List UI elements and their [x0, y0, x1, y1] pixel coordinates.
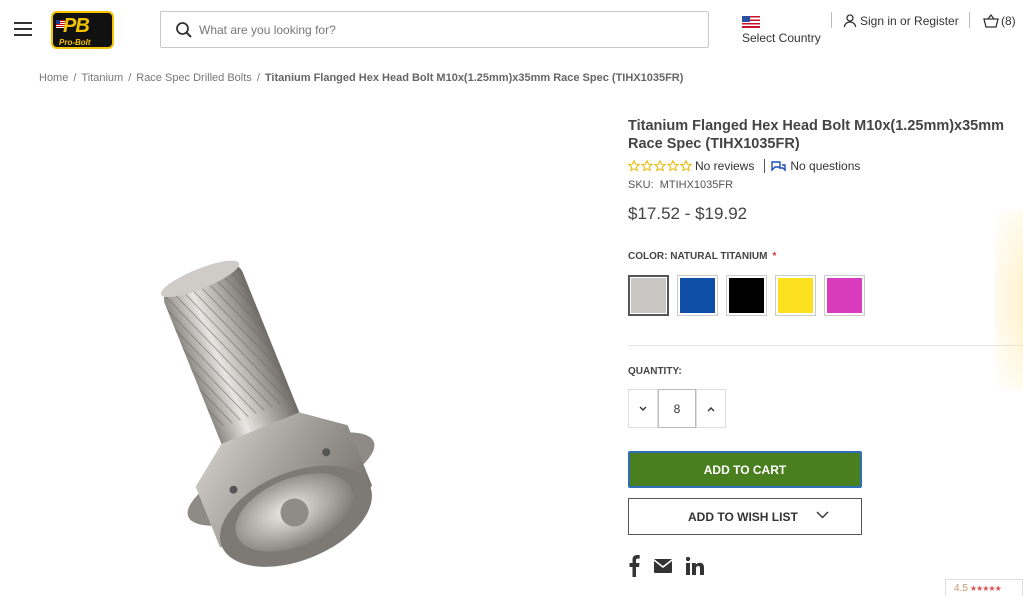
wishlist-label: ADD TO WISH LIST — [688, 509, 798, 524]
swatch-fill — [680, 278, 715, 313]
star-icon — [680, 160, 692, 172]
menu-icon[interactable] — [14, 22, 32, 36]
chevron-up-icon — [707, 406, 715, 411]
us-flag-icon — [742, 16, 760, 28]
breadcrumb-current: Titanium Flanged Hex Head Bolt M10x(1.25… — [264, 72, 684, 84]
quantity-increase-button[interactable] — [696, 389, 726, 428]
quantity-label: QUANTITY: — [628, 366, 682, 377]
questions-label: No questions — [790, 159, 861, 173]
add-to-wishlist-button[interactable]: ADD TO WISH LIST — [628, 498, 862, 535]
review-badge-stars: ★★★★★ — [969, 583, 1002, 593]
sku-label: SKU: — [628, 179, 654, 191]
color-swatch-pink[interactable] — [824, 275, 865, 316]
chevron-down-icon — [639, 406, 647, 411]
chat-bubbles-icon — [771, 160, 787, 172]
required-mark: * — [772, 251, 777, 262]
swatch-fill — [827, 278, 862, 313]
cart-link[interactable]: (8) — [983, 12, 1016, 30]
reviews-link[interactable]: No reviews — [695, 159, 754, 173]
search-bar — [160, 11, 709, 48]
color-label: COLOR: NATURAL TITANIUM * — [628, 251, 777, 262]
swatch-fill — [631, 278, 666, 313]
swatch-fill — [729, 278, 764, 313]
color-swatch-black[interactable] — [726, 275, 767, 316]
user-icon — [843, 14, 857, 28]
search-icon[interactable] — [175, 21, 193, 39]
rating-stars[interactable] — [628, 160, 692, 172]
breadcrumb-race-spec[interactable]: Race Spec Drilled Bolts — [136, 72, 252, 84]
product-image[interactable] — [90, 210, 510, 596]
facebook-icon[interactable] — [628, 555, 640, 577]
divider — [628, 345, 1023, 346]
email-icon[interactable] — [654, 559, 672, 573]
product-title: Titanium Flanged Hex Head Bolt M10x(1.25… — [628, 118, 1005, 152]
site-header: PB Pro-Bolt Select Country Sign in or Re… — [0, 0, 1023, 60]
logo-subtext: Pro-Bolt — [59, 38, 91, 47]
country-label: Select Country — [742, 31, 821, 45]
color-swatch-natural-titanium[interactable] — [628, 275, 669, 316]
chevron-down-icon[interactable] — [816, 511, 829, 519]
breadcrumb-home[interactable]: Home — [39, 72, 68, 84]
logo-text: PB — [63, 15, 90, 37]
country-selector[interactable]: Select Country — [742, 14, 832, 48]
color-swatch-blue[interactable] — [677, 275, 718, 316]
sku-value: MTIHX1035FR — [659, 179, 734, 191]
sku: SKU: MTIHX1035FR — [628, 179, 733, 191]
decorative-glow — [995, 210, 1023, 390]
rating-row: No reviews No questions — [628, 158, 860, 174]
star-icon — [667, 160, 679, 172]
site-logo[interactable]: PB Pro-Bolt — [51, 11, 114, 49]
review-score: 4.5 — [954, 582, 968, 594]
questions-link[interactable]: No questions — [771, 159, 860, 173]
linkedin-icon[interactable] — [686, 557, 704, 575]
breadcrumb: Home / Titanium / Race Spec Drilled Bolts / Ti… — [39, 72, 684, 84]
star-icon — [641, 160, 653, 172]
search-input[interactable] — [199, 12, 699, 47]
account-link[interactable]: Sign in or Register — [843, 12, 959, 30]
social-share — [628, 555, 704, 577]
color-swatch-yellow[interactable] — [775, 275, 816, 316]
star-icon — [654, 160, 666, 172]
quantity-input[interactable]: 8 — [658, 389, 696, 428]
star-icon — [628, 160, 640, 172]
quantity-decrease-button[interactable] — [628, 389, 658, 428]
account-label: Sign in or Register — [860, 14, 959, 28]
color-swatches — [628, 275, 865, 316]
basket-icon — [983, 14, 999, 28]
add-to-cart-button[interactable]: ADD TO CART — [628, 451, 862, 488]
price: $17.52 - $19.92 — [628, 204, 748, 223]
header-divider — [831, 12, 832, 28]
swatch-fill — [778, 278, 813, 313]
header-divider — [969, 12, 970, 28]
cart-count: (8) — [1001, 14, 1016, 28]
review-score-badge[interactable]: 4.5 ★★★★★ — [945, 579, 1023, 596]
quantity-stepper: 8 — [628, 389, 726, 428]
breadcrumb-titanium[interactable]: Titanium — [81, 72, 123, 84]
